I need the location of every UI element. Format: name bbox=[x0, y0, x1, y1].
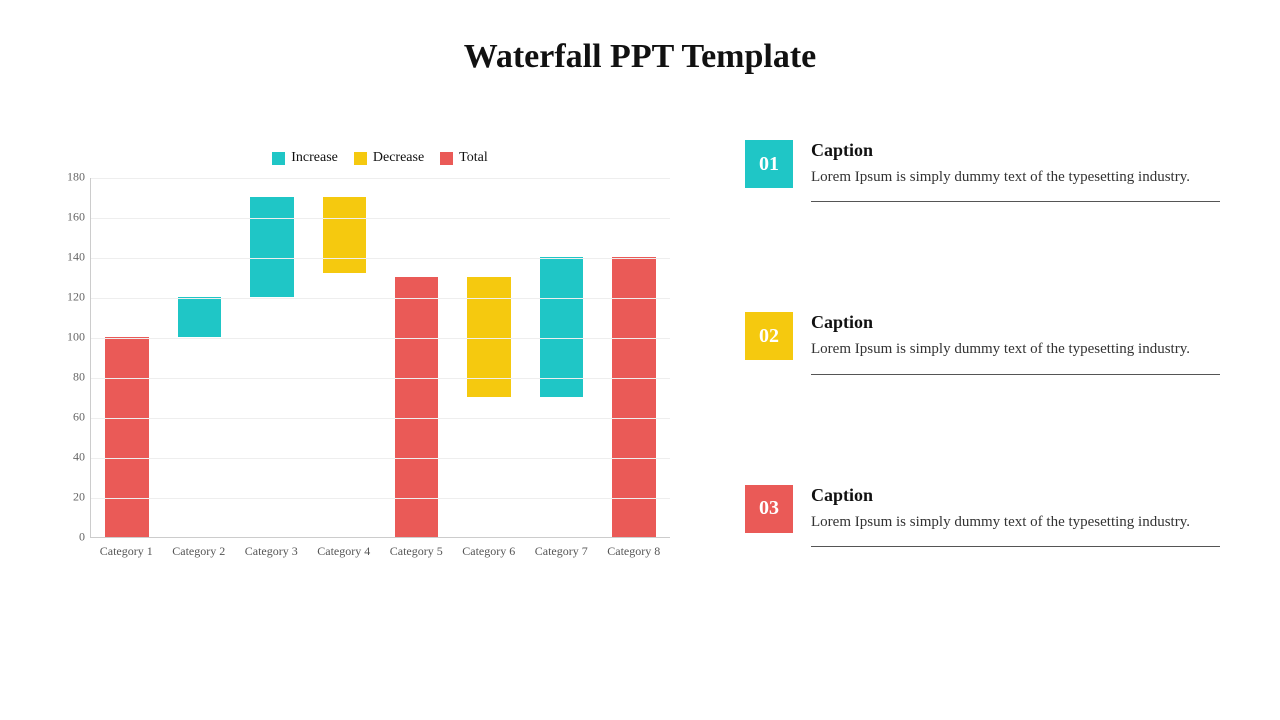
decrease-swatch bbox=[354, 152, 367, 165]
legend-label: Total bbox=[459, 150, 488, 166]
slide: Waterfall PPT Template Increase Decrease T… bbox=[0, 0, 1280, 720]
bar-column bbox=[91, 178, 163, 537]
caption-text: Lorem Ipsum is simply dummy text of the … bbox=[811, 167, 1220, 187]
x-tick-label: Category 5 bbox=[390, 544, 443, 559]
x-tick-label: Category 2 bbox=[172, 544, 225, 559]
y-tick-label: 120 bbox=[67, 289, 91, 304]
legend-item: Total bbox=[440, 150, 488, 166]
x-tick-label: Category 6 bbox=[462, 544, 515, 559]
y-tick-label: 40 bbox=[73, 449, 91, 464]
gridline bbox=[91, 378, 670, 379]
caption-list: 01 Caption Lorem Ipsum is simply dummy tex… bbox=[745, 140, 1220, 547]
gridline bbox=[91, 458, 670, 459]
caption-body: Caption Lorem Ipsum is simply dummy text … bbox=[811, 140, 1220, 202]
x-tick-label: Category 8 bbox=[607, 544, 660, 559]
bar-total bbox=[612, 257, 655, 536]
gridline bbox=[91, 298, 670, 299]
y-tick-label: 100 bbox=[67, 329, 91, 344]
gridline bbox=[91, 178, 670, 179]
y-tick-label: 160 bbox=[67, 209, 91, 224]
x-tick-label: Category 4 bbox=[317, 544, 370, 559]
bar-column bbox=[163, 178, 235, 537]
increase-swatch bbox=[272, 152, 285, 165]
y-tick-label: 60 bbox=[73, 409, 91, 424]
gridline bbox=[91, 258, 670, 259]
caption-title: Caption bbox=[811, 312, 1220, 333]
plot-area: 020406080100120140160180 bbox=[90, 178, 670, 538]
caption-row: 01 Caption Lorem Ipsum is simply dummy tex… bbox=[745, 140, 1220, 202]
gridline bbox=[91, 338, 670, 339]
caption-text: Lorem Ipsum is simply dummy text of the … bbox=[811, 339, 1220, 359]
caption-title: Caption bbox=[811, 485, 1220, 506]
caption-body: Caption Lorem Ipsum is simply dummy text … bbox=[811, 485, 1220, 547]
bar-increase bbox=[178, 297, 221, 337]
bar-increase bbox=[540, 257, 583, 397]
legend-label: Decrease bbox=[373, 150, 424, 166]
caption-row: 03 Caption Lorem Ipsum is simply dummy tex… bbox=[745, 485, 1220, 547]
bar-column bbox=[453, 178, 525, 537]
y-tick-label: 20 bbox=[73, 489, 91, 504]
bar-decrease bbox=[323, 197, 366, 273]
x-tick-label: Category 1 bbox=[100, 544, 153, 559]
caption-text: Lorem Ipsum is simply dummy text of the … bbox=[811, 512, 1220, 532]
legend-item: Increase bbox=[272, 150, 338, 166]
bar-column bbox=[598, 178, 670, 537]
caption-badge: 03 bbox=[745, 485, 793, 533]
bar-column bbox=[308, 178, 380, 537]
bars-layer bbox=[91, 178, 670, 537]
bar-column bbox=[381, 178, 453, 537]
y-tick-label: 140 bbox=[67, 249, 91, 264]
caption-badge: 02 bbox=[745, 312, 793, 360]
gridline bbox=[91, 418, 670, 419]
caption-row: 02 Caption Lorem Ipsum is simply dummy tex… bbox=[745, 312, 1220, 374]
bar-increase bbox=[250, 197, 293, 297]
gridline bbox=[91, 498, 670, 499]
bar-column bbox=[525, 178, 597, 537]
y-tick-label: 80 bbox=[73, 369, 91, 384]
bar-total bbox=[105, 337, 148, 536]
y-tick-label: 180 bbox=[67, 169, 91, 184]
caption-badge: 01 bbox=[745, 140, 793, 188]
legend-label: Increase bbox=[291, 150, 338, 166]
total-swatch bbox=[440, 152, 453, 165]
waterfall-chart: Increase Decrease Total 020406080100120140… bbox=[90, 150, 670, 590]
legend-item: Decrease bbox=[354, 150, 424, 166]
caption-body: Caption Lorem Ipsum is simply dummy text … bbox=[811, 312, 1220, 374]
legend: Increase Decrease Total bbox=[90, 150, 670, 170]
caption-title: Caption bbox=[811, 140, 1220, 161]
x-axis-labels: Category 1 Category 2 Category 3 Category 4… bbox=[90, 538, 670, 558]
x-tick-label: Category 3 bbox=[245, 544, 298, 559]
page-title: Waterfall PPT Template bbox=[0, 38, 1280, 76]
bar-column bbox=[236, 178, 308, 537]
gridline bbox=[91, 218, 670, 219]
x-tick-label: Category 7 bbox=[535, 544, 588, 559]
